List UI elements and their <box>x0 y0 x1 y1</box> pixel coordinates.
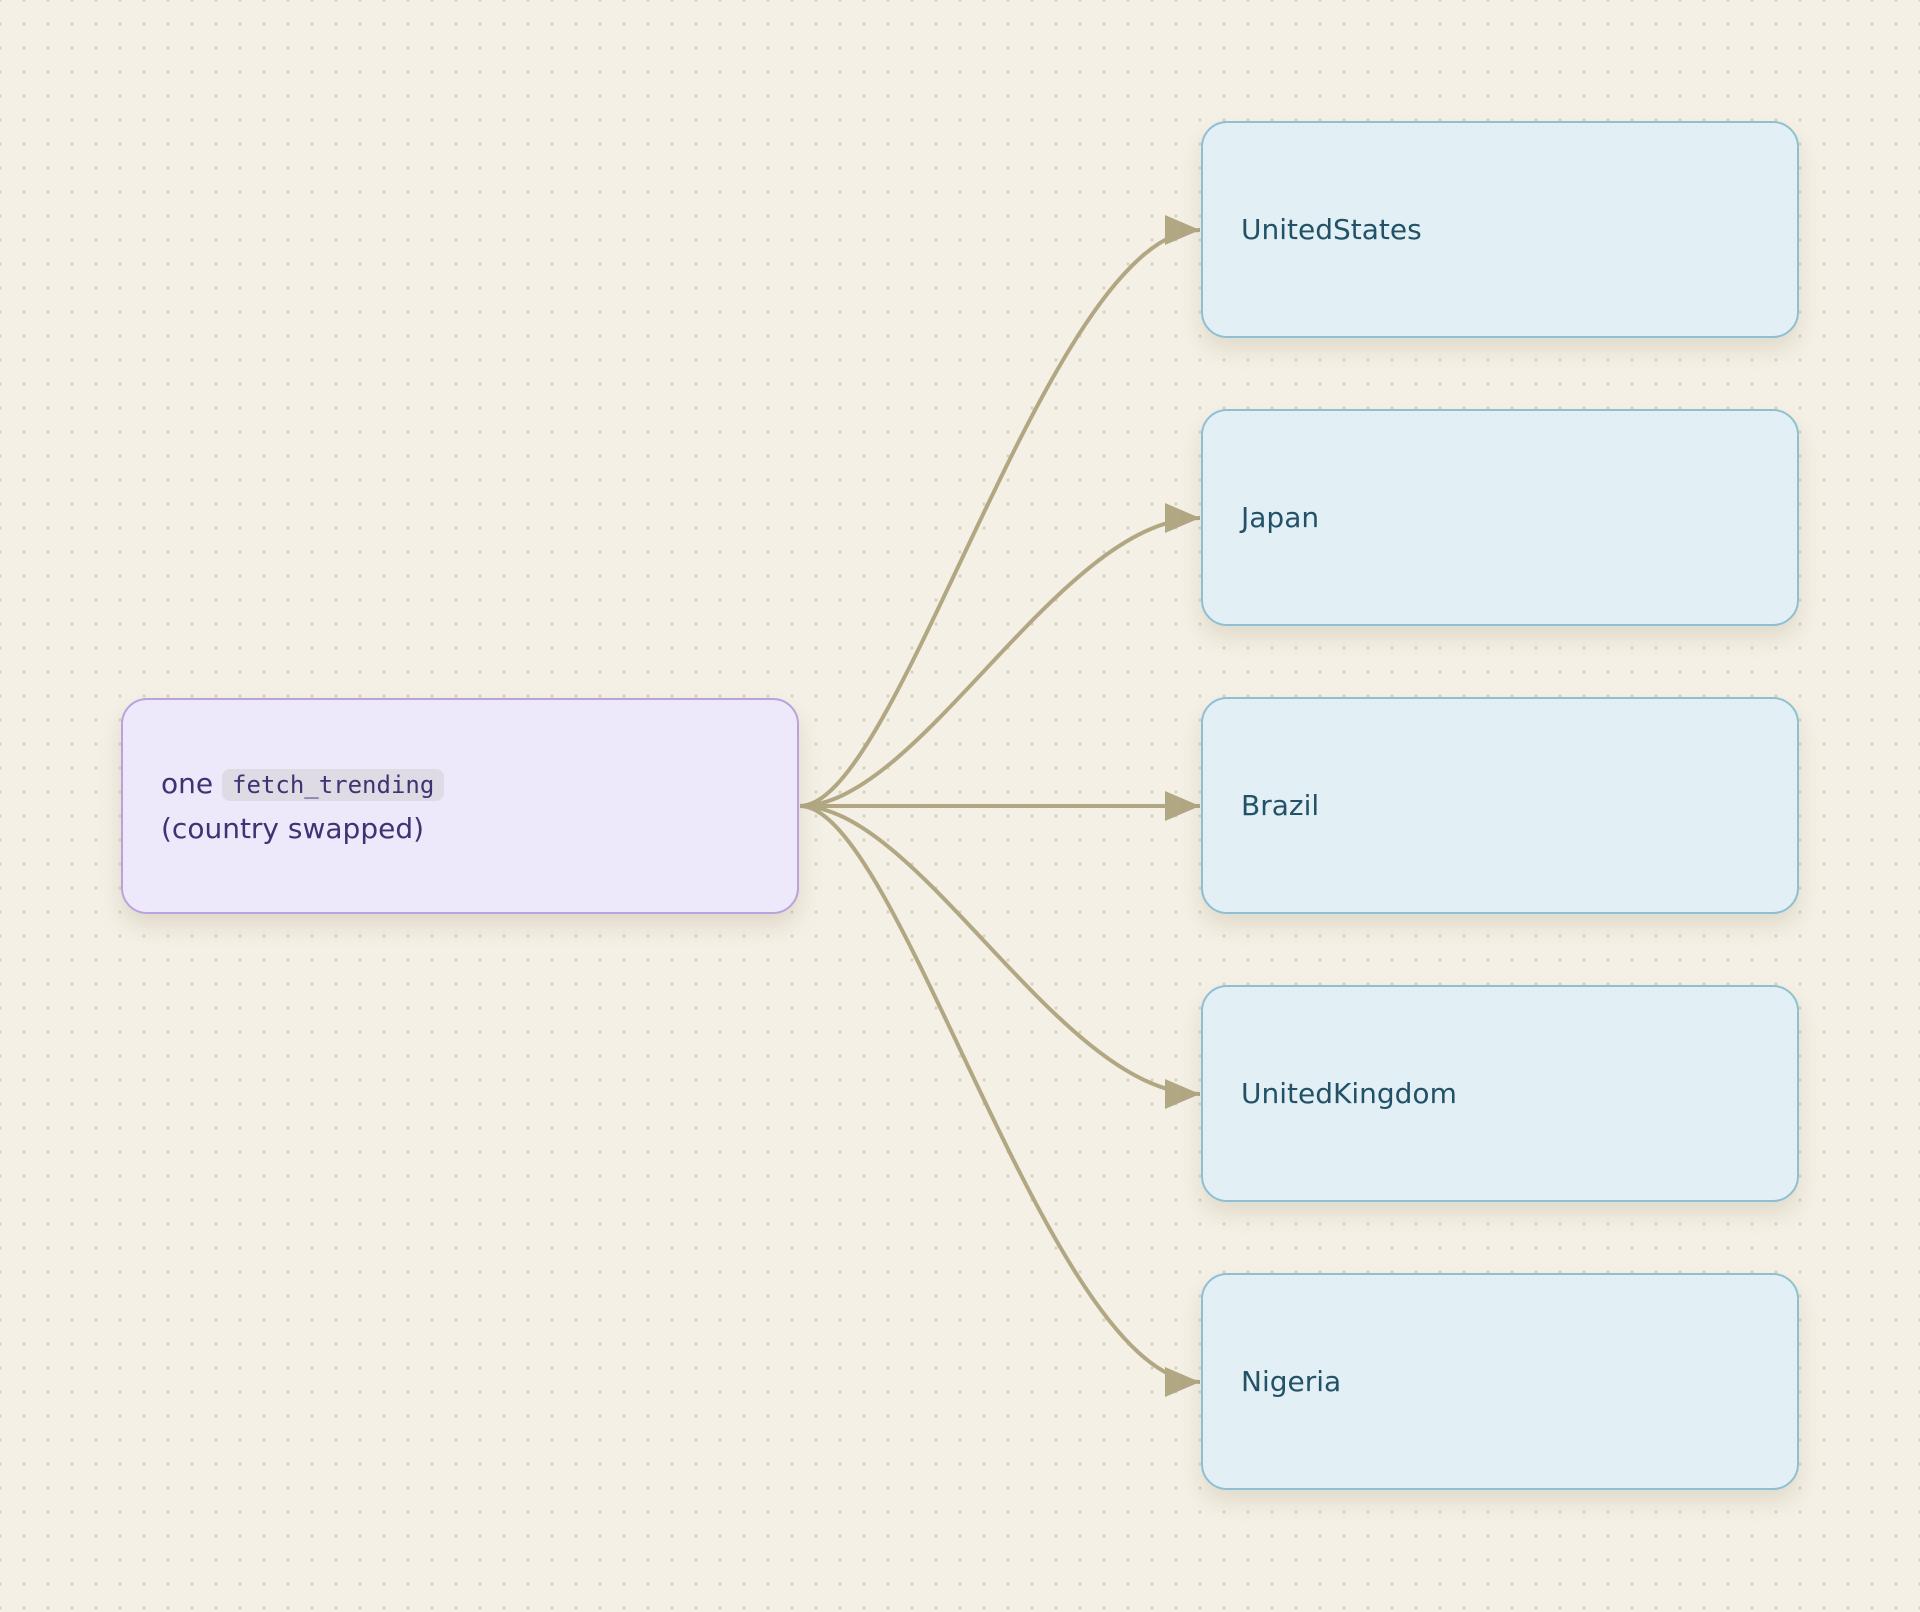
arrowhead-unitedkingdom <box>1165 1079 1200 1109</box>
target-node-nigeria[interactable]: Nigeria <box>1201 1273 1799 1490</box>
target-node-label: Nigeria <box>1241 1364 1342 1398</box>
target-node-brazil[interactable]: Brazil <box>1201 697 1799 914</box>
source-node-suffix: (country swapped) <box>161 811 425 845</box>
arrowhead-nigeria <box>1165 1367 1200 1397</box>
diagram-canvas: one fetch_trending (country swapped) Uni… <box>0 0 1920 1612</box>
target-node-unitedstates[interactable]: UnitedStates <box>1201 121 1799 338</box>
edge-to-nigeria <box>799 804 1201 1384</box>
arrowhead-unitedstates <box>1165 215 1200 245</box>
source-node-code: fetch_trending <box>222 768 445 801</box>
target-node-label: Japan <box>1241 500 1320 534</box>
edge-to-unitedstates <box>799 228 1201 808</box>
arrowhead-japan <box>1165 503 1200 533</box>
source-node[interactable]: one fetch_trending (country swapped) <box>121 698 799 914</box>
target-node-label: UnitedKingdom <box>1241 1076 1457 1110</box>
arrowhead-brazil <box>1165 791 1200 821</box>
target-node-japan[interactable]: Japan <box>1201 409 1799 626</box>
edge-to-japan <box>799 516 1201 808</box>
target-node-label: Brazil <box>1241 788 1320 822</box>
edge-to-unitedkingdom <box>799 804 1201 1096</box>
source-node-prefix: one <box>161 766 214 800</box>
target-node-label: UnitedStates <box>1241 212 1422 246</box>
target-node-unitedkingdom[interactable]: UnitedKingdom <box>1201 985 1799 1202</box>
source-node-first-line: one fetch_trending <box>161 762 767 807</box>
